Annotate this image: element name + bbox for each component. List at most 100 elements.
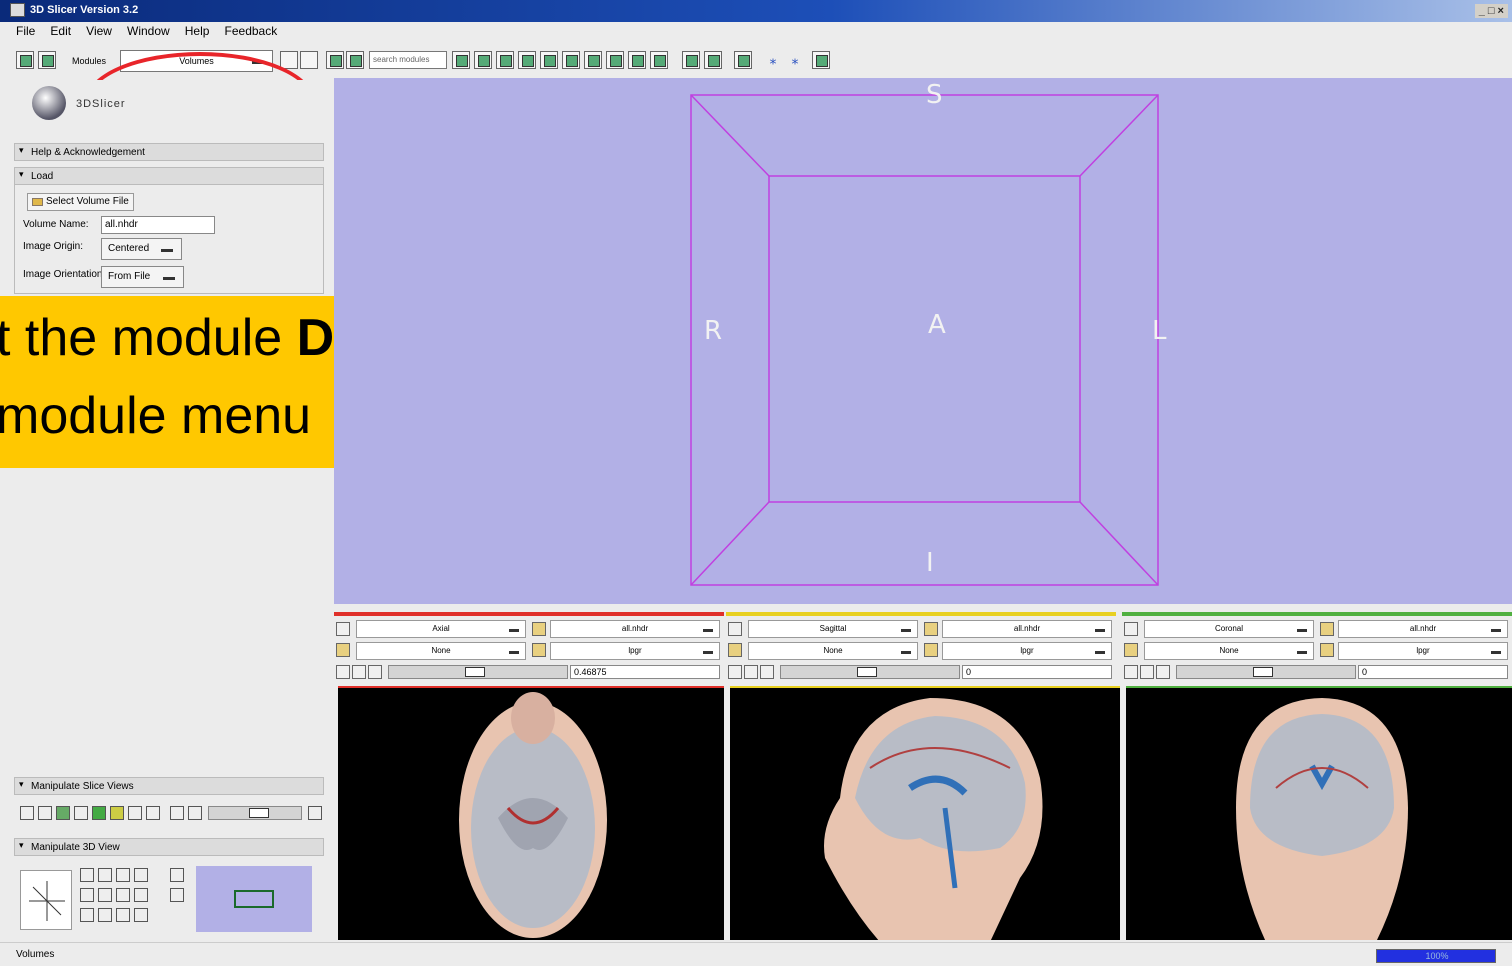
fit-slices-icon[interactable] xyxy=(170,806,184,820)
menu-feedback[interactable]: Feedback xyxy=(225,24,278,38)
slice-offset-value[interactable]: 0 xyxy=(1358,665,1508,679)
image-orientation-select[interactable]: From File xyxy=(101,266,184,288)
layer-icon[interactable] xyxy=(532,622,546,636)
background-volume-select[interactable]: all.nhdr xyxy=(550,620,720,638)
layer-icon[interactable] xyxy=(532,643,546,657)
spin-icon[interactable] xyxy=(170,868,184,882)
slice-offset-slider[interactable] xyxy=(780,665,960,679)
editor-icon[interactable] xyxy=(496,51,514,69)
fiducial-pick-icon[interactable]: ⁎ xyxy=(786,51,804,69)
slice-orientation-select[interactable]: Axial xyxy=(356,620,526,638)
coronal-slice-view[interactable] xyxy=(1126,686,1512,940)
menu-window[interactable]: Window xyxy=(127,24,170,38)
foreground-volume-select[interactable]: None xyxy=(356,642,526,660)
volume-name-field[interactable]: all.nhdr xyxy=(101,216,215,234)
load-scene-icon[interactable] xyxy=(16,51,34,69)
slice-menu-icon[interactable] xyxy=(1140,665,1154,679)
slice-tool-icon[interactable] xyxy=(38,806,52,820)
rotate-icon[interactable] xyxy=(116,868,130,882)
link-icon[interactable] xyxy=(728,643,742,657)
slice-tool-icon[interactable] xyxy=(56,806,70,820)
3d-view-thumbnail[interactable] xyxy=(196,866,312,932)
view-layout-icon[interactable] xyxy=(734,51,752,69)
refresh-icon[interactable] xyxy=(812,51,830,69)
slice-tool-icon[interactable] xyxy=(110,806,124,820)
slice-menu-icon[interactable] xyxy=(352,665,366,679)
data-module-icon[interactable] xyxy=(452,51,470,69)
rock-icon[interactable] xyxy=(170,888,184,902)
link-icon[interactable] xyxy=(336,643,350,657)
slice-offset-slider[interactable] xyxy=(1176,665,1356,679)
pin-icon[interactable] xyxy=(336,622,350,636)
view-icon[interactable] xyxy=(116,888,130,902)
pin-icon[interactable] xyxy=(728,622,742,636)
label-volume-select[interactable]: lpgr xyxy=(550,642,720,660)
module-list-icon[interactable] xyxy=(346,51,364,69)
home-icon[interactable] xyxy=(474,51,492,69)
sagittal-slice-view[interactable] xyxy=(730,686,1120,940)
rotate-icon[interactable] xyxy=(98,868,112,882)
menu-file[interactable]: File xyxy=(16,24,35,38)
label-volume-select[interactable]: lpgr xyxy=(942,642,1112,660)
menu-help[interactable]: Help xyxy=(185,24,210,38)
pin-icon[interactable] xyxy=(1124,622,1138,636)
slice-offset-value[interactable]: 0 xyxy=(962,665,1112,679)
visibility-icon[interactable] xyxy=(1124,665,1138,679)
menu-view[interactable]: View xyxy=(86,24,112,38)
fit-icon[interactable] xyxy=(760,665,774,679)
menu-edit[interactable]: Edit xyxy=(50,24,71,38)
manipulate-3d-header[interactable]: Manipulate 3D View xyxy=(14,838,324,856)
select-volume-button[interactable]: Select Volume File xyxy=(27,193,134,211)
fit-slices-icon[interactable] xyxy=(188,806,202,820)
slice-orientation-select[interactable]: Coronal xyxy=(1144,620,1314,638)
pan-icon[interactable] xyxy=(98,908,112,922)
transforms-icon[interactable] xyxy=(606,51,624,69)
crosshair-icon[interactable] xyxy=(128,806,142,820)
redo-icon[interactable] xyxy=(704,51,722,69)
background-volume-select[interactable]: all.nhdr xyxy=(1338,620,1508,638)
next-module-icon[interactable] xyxy=(300,51,318,69)
manipulate-slice-header[interactable]: Manipulate Slice Views xyxy=(14,777,324,795)
axis-orientation-widget[interactable] xyxy=(20,870,72,930)
volumes-icon[interactable] xyxy=(518,51,536,69)
pan-icon[interactable] xyxy=(116,908,130,922)
pan-icon[interactable] xyxy=(80,908,94,922)
slice-tool-icon[interactable] xyxy=(74,806,88,820)
slice-tool-icon[interactable] xyxy=(146,806,160,820)
fiducial-place-icon[interactable]: ⁎ xyxy=(764,51,782,69)
help-section-header[interactable]: Help & Acknowledgement xyxy=(14,143,324,161)
slice-tool-icon[interactable] xyxy=(92,806,106,820)
slice-tool-icon[interactable] xyxy=(20,806,34,820)
foreground-volume-select[interactable]: None xyxy=(748,642,918,660)
rotate-icon[interactable] xyxy=(80,868,94,882)
axial-slice-view[interactable] xyxy=(338,686,724,940)
layer-icon[interactable] xyxy=(924,622,938,636)
slice-zoom-icon[interactable] xyxy=(308,806,322,820)
fit-icon[interactable] xyxy=(1156,665,1170,679)
layer-icon[interactable] xyxy=(1320,643,1334,657)
colors-icon[interactable] xyxy=(584,51,602,69)
link-icon[interactable] xyxy=(1124,643,1138,657)
visibility-icon[interactable] xyxy=(336,665,350,679)
view-icon[interactable] xyxy=(98,888,112,902)
layer-icon[interactable] xyxy=(924,643,938,657)
search-modules-input[interactable]: search modules xyxy=(369,51,447,69)
save-scene-icon[interactable] xyxy=(38,51,56,69)
view-icon[interactable] xyxy=(80,888,94,902)
module-history-icon[interactable] xyxy=(326,51,344,69)
models-icon[interactable] xyxy=(540,51,558,69)
zoom-icon[interactable] xyxy=(134,888,148,902)
layout-icon[interactable] xyxy=(650,51,668,69)
layer-icon[interactable] xyxy=(1320,622,1334,636)
zoom-icon[interactable] xyxy=(134,868,148,882)
slice-offset-slider[interactable] xyxy=(388,665,568,679)
measure-icon[interactable] xyxy=(628,51,646,69)
fit-icon[interactable] xyxy=(368,665,382,679)
foreground-volume-select[interactable]: None xyxy=(1144,642,1314,660)
stereo-icon[interactable] xyxy=(134,908,148,922)
undo-icon[interactable] xyxy=(682,51,700,69)
slice-zoom-slider[interactable] xyxy=(208,806,302,820)
load-section-header[interactable]: Load xyxy=(14,167,324,185)
slice-offset-value[interactable]: 0.46875 xyxy=(570,665,720,679)
image-origin-select[interactable]: Centered xyxy=(101,238,182,260)
